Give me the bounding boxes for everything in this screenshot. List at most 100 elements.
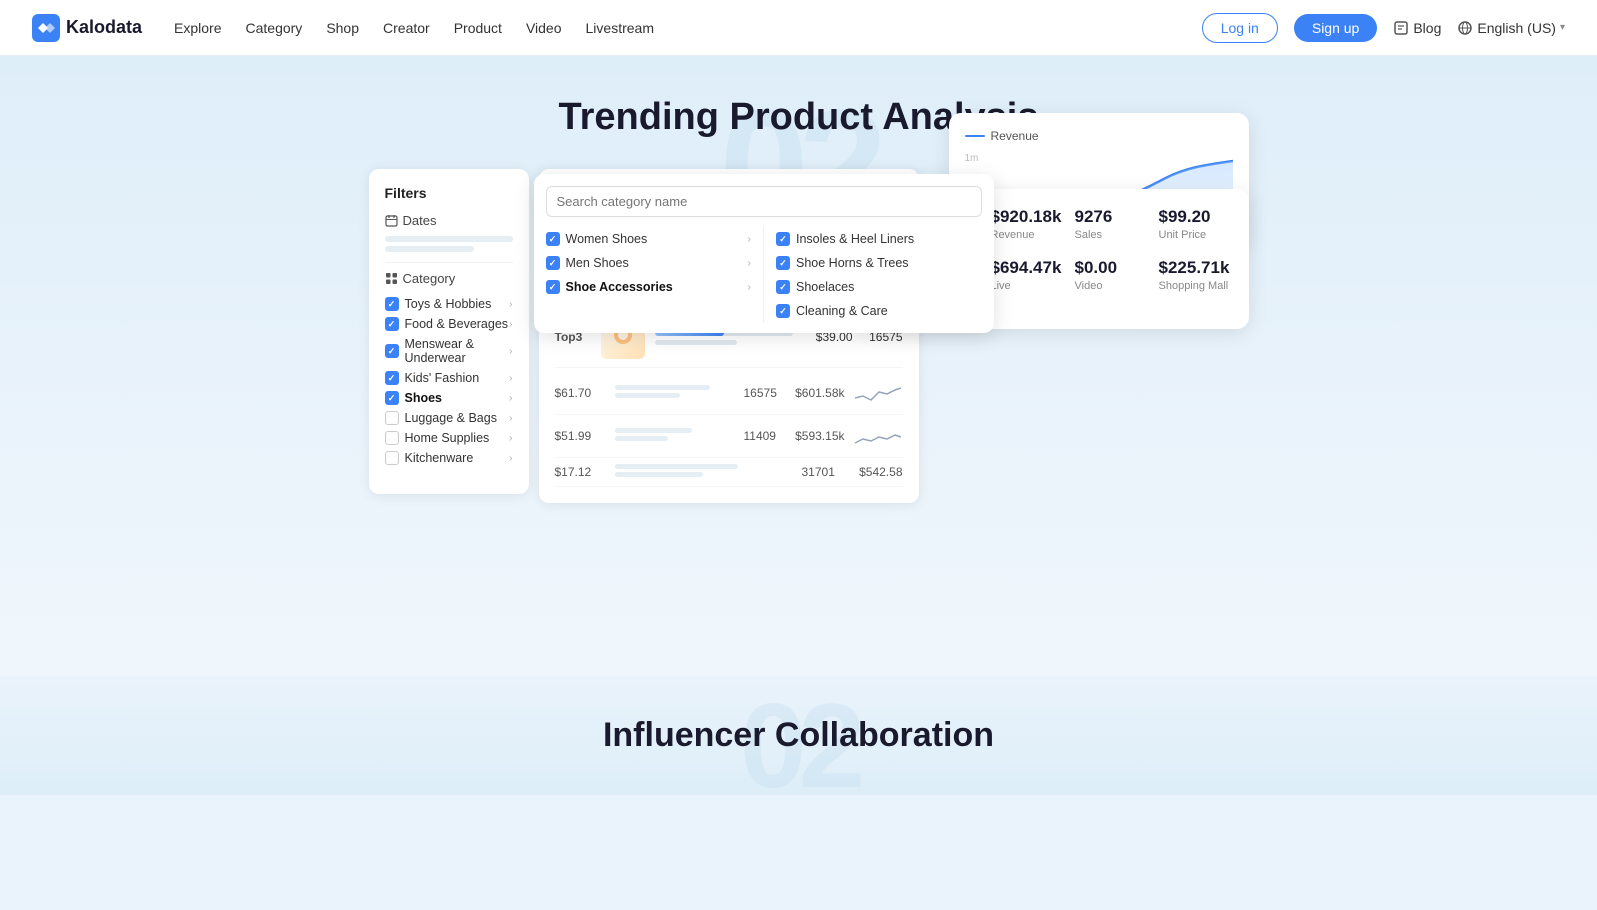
- checkbox-shoe-horns[interactable]: ✓: [776, 256, 790, 270]
- extra-row[interactable]: $17.12 31701 $542.58: [555, 458, 903, 487]
- stat-shopping-mall-label: Shopping Mall: [1159, 280, 1231, 292]
- stat-unit-price-label: Unit Price: [1159, 229, 1231, 241]
- chevron-right-icon: ›: [509, 413, 512, 424]
- checkbox-shoe-accessories[interactable]: ✓: [546, 280, 560, 294]
- category-menswear[interactable]: ✓ Menswear & Underwear ›: [385, 334, 513, 368]
- cat-shoe-accessories[interactable]: ✓ Shoe Accessories ›: [542, 275, 756, 299]
- blog-icon: [1393, 20, 1409, 36]
- chevron-right-icon: ›: [509, 433, 512, 444]
- category-kids[interactable]: ✓ Kids' Fashion ›: [385, 368, 513, 388]
- extra-sales-3: 31701: [802, 465, 838, 479]
- nav-explore[interactable]: Explore: [174, 16, 221, 40]
- nav-creator[interactable]: Creator: [383, 16, 430, 40]
- chart-legend-label: Revenue: [991, 129, 1039, 143]
- bottom-section: 02 Influencer Collaboration: [0, 676, 1597, 795]
- filters-panel: Filters Dates: [369, 169, 529, 494]
- nav-category[interactable]: Category: [246, 16, 303, 40]
- sparkline-2: [853, 421, 903, 451]
- dates-filter[interactable]: Dates: [385, 213, 513, 252]
- sparkline-1: [853, 378, 903, 408]
- nav-links: Explore Category Shop Creator Product Vi…: [174, 16, 1202, 40]
- extra-price-3: $17.12: [555, 465, 605, 479]
- legend-line: [965, 135, 985, 137]
- extra-row[interactable]: $61.70 16575 $601.58k: [555, 372, 903, 415]
- bottom-title: Influencer Collaboration: [0, 716, 1597, 755]
- chevron-right-icon: ›: [509, 299, 512, 310]
- nav-shop[interactable]: Shop: [326, 16, 359, 40]
- checkbox-kids[interactable]: ✓: [385, 371, 399, 385]
- category-shoes[interactable]: ✓ Shoes ›: [385, 388, 513, 408]
- checkbox-shoelaces[interactable]: ✓: [776, 280, 790, 294]
- stat-live-value: $694.47k: [991, 258, 1063, 278]
- logo-text: Kalodata: [66, 17, 142, 38]
- chart-y-top: 1m: [965, 153, 987, 164]
- nav-product[interactable]: Product: [454, 16, 502, 40]
- navbar: Kalodata Explore Category Shop Creator P…: [0, 0, 1597, 56]
- stat-revenue: $920.18k Revenue: [991, 207, 1063, 246]
- checkbox-cleaning[interactable]: ✓: [776, 304, 790, 318]
- chevron-right-icon: ›: [748, 258, 751, 269]
- language-chevron-icon: ▾: [1560, 22, 1565, 33]
- cat-women-shoes[interactable]: ✓ Women Shoes ›: [542, 227, 756, 251]
- checkbox-food[interactable]: ✓: [385, 317, 399, 331]
- chevron-right-icon: ›: [748, 282, 751, 293]
- checkbox-menswear[interactable]: ✓: [385, 344, 399, 358]
- category-toys[interactable]: ✓ Toys & Hobbies ›: [385, 294, 513, 314]
- checkbox-men-shoes[interactable]: ✓: [546, 256, 560, 270]
- chevron-right-icon: ›: [509, 373, 512, 384]
- stat-live-label: Live: [991, 280, 1063, 292]
- checkbox-women-shoes[interactable]: ✓: [546, 232, 560, 246]
- hero-section: 02 Trending Product Analysis Filters Dat…: [0, 56, 1597, 676]
- stat-shopping-mall: $225.71k Shopping Mall: [1159, 258, 1231, 297]
- nav-livestream[interactable]: Livestream: [586, 16, 654, 40]
- extra-revenue-3: $542.58: [838, 465, 903, 479]
- extra-row[interactable]: $51.99 11409 $593.15k: [555, 415, 903, 458]
- chevron-right-icon: ›: [509, 346, 512, 357]
- nav-video[interactable]: Video: [526, 16, 562, 40]
- stat-video-value: $0.00: [1075, 258, 1147, 278]
- filters-title: Filters: [385, 185, 513, 201]
- stat-live: $694.47k Live: [991, 258, 1063, 297]
- stat-sales-label: Sales: [1075, 229, 1147, 241]
- language-label: English (US): [1477, 20, 1556, 36]
- cat-men-shoes[interactable]: ✓ Men Shoes ›: [542, 251, 756, 275]
- category-columns: ✓ Women Shoes › ✓ Men Shoes ›: [534, 217, 994, 333]
- checkbox-luggage[interactable]: [385, 411, 399, 425]
- cat-shoelaces[interactable]: ✓ Shoelaces: [772, 275, 986, 299]
- checkbox-kitchenware[interactable]: [385, 451, 399, 465]
- category-luggage[interactable]: Luggage & Bags ›: [385, 408, 513, 428]
- checkbox-home[interactable]: [385, 431, 399, 445]
- category-search: [534, 174, 994, 217]
- category-dropdown: ✓ Women Shoes › ✓ Men Shoes ›: [534, 174, 994, 333]
- category-col-2: ✓ Insoles & Heel Liners ✓ Shoe Horns & T…: [764, 227, 994, 323]
- nav-right: Log in Sign up Blog English (US) ▾: [1202, 13, 1565, 43]
- cat-shoe-horns[interactable]: ✓ Shoe Horns & Trees: [772, 251, 986, 275]
- logo-icon: [32, 14, 60, 42]
- chevron-right-icon: ›: [748, 234, 751, 245]
- signup-button[interactable]: Sign up: [1294, 14, 1377, 42]
- checkbox-insoles[interactable]: ✓: [776, 232, 790, 246]
- chevron-right-icon: ›: [509, 393, 512, 404]
- category-search-input[interactable]: [546, 186, 982, 217]
- logo[interactable]: Kalodata: [32, 14, 142, 42]
- globe-icon: [1457, 20, 1473, 36]
- stat-sales-value: 9276: [1075, 207, 1147, 227]
- login-button[interactable]: Log in: [1202, 13, 1278, 43]
- cat-cleaning[interactable]: ✓ Cleaning & Care: [772, 299, 986, 323]
- category-food[interactable]: ✓ Food & Beverages ›: [385, 314, 513, 334]
- language-selector[interactable]: English (US) ▾: [1457, 20, 1565, 36]
- extra-rows: $61.70 16575 $601.58k $51.99: [555, 368, 903, 487]
- checkbox-shoes[interactable]: ✓: [385, 391, 399, 405]
- category-filter-label[interactable]: Category: [385, 271, 513, 286]
- blog-label: Blog: [1413, 20, 1441, 36]
- cat-insoles[interactable]: ✓ Insoles & Heel Liners: [772, 227, 986, 251]
- category-kitchenware[interactable]: Kitchenware ›: [385, 448, 513, 468]
- checkbox-toys[interactable]: ✓: [385, 297, 399, 311]
- dates-label[interactable]: Dates: [385, 213, 513, 228]
- stat-sales: 9276 Sales: [1075, 207, 1147, 246]
- chevron-right-icon: ›: [509, 319, 512, 330]
- stat-unit-price-value: $99.20: [1159, 207, 1231, 227]
- chevron-right-icon: ›: [509, 453, 512, 464]
- blog-link[interactable]: Blog: [1393, 20, 1441, 36]
- category-home[interactable]: Home Supplies ›: [385, 428, 513, 448]
